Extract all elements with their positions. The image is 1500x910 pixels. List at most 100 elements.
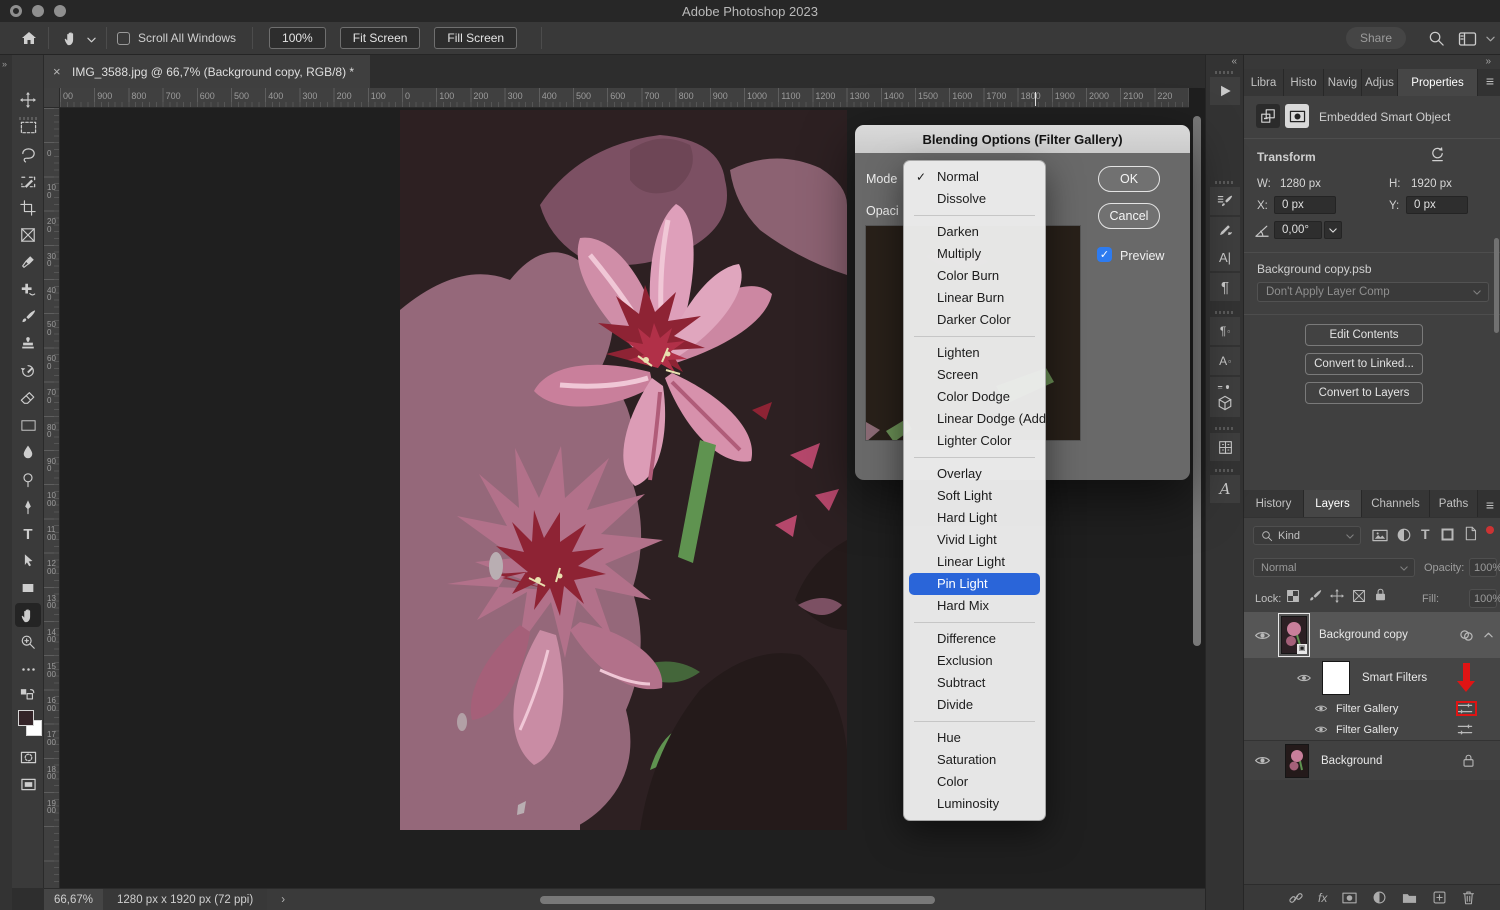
tab-histogram[interactable]: Histo (1284, 69, 1324, 96)
tab-libraries[interactable]: Libra (1244, 69, 1284, 96)
document-tab[interactable]: × IMG_3588.jpg @ 66,7% (Background copy,… (44, 55, 370, 88)
menu-item-dissolve[interactable]: Dissolve (904, 188, 1045, 210)
layer-comp-select[interactable]: Don't Apply Layer Comp (1257, 282, 1489, 302)
fill-select[interactable]: 100% (1469, 589, 1497, 608)
menu-item-color[interactable]: Color (904, 771, 1045, 793)
tab-properties[interactable]: Properties (1398, 69, 1478, 96)
status-chevron-icon[interactable]: › (281, 894, 285, 906)
clone-stamp-tool[interactable] (15, 332, 41, 356)
hand-tool-options-icon[interactable] (63, 30, 80, 47)
glyphs-panel-icon[interactable]: A (1210, 475, 1240, 503)
eraser-tool[interactable] (15, 386, 41, 410)
menu-item-screen[interactable]: Screen (904, 364, 1045, 386)
traffic-light-zoom[interactable] (54, 5, 66, 17)
layer-thumbnail[interactable]: ▣ (1281, 616, 1307, 654)
filter-adjustment-layers-icon[interactable] (1396, 527, 1412, 543)
menu-item-lighten[interactable]: Lighten (904, 342, 1045, 364)
character-styles-panel-icon[interactable]: A▫ (1210, 347, 1240, 375)
horizontal-ruler[interactable]: 0090080070060050040030020010001002003004… (60, 88, 1189, 108)
transform-reset-icon[interactable] (1429, 146, 1446, 163)
swap-colors-icon[interactable] (15, 682, 41, 706)
tab-channels[interactable]: Channels (1362, 490, 1430, 517)
properties-scrollbar[interactable] (1494, 238, 1499, 333)
edit-contents-button[interactable]: Edit Contents (1305, 324, 1423, 346)
layer-row-background-copy[interactable]: ▣ Background copy (1244, 612, 1500, 658)
brush-settings-panel-icon[interactable] (1210, 187, 1240, 215)
tab-close-icon[interactable]: × (53, 64, 61, 79)
menu-item-linear-light[interactable]: Linear Light (904, 551, 1045, 573)
traffic-light-close[interactable] (10, 5, 22, 17)
menu-item-darken[interactable]: Darken (904, 221, 1045, 243)
visibility-eye-icon[interactable] (1254, 755, 1271, 766)
lock-all-icon[interactable] (1374, 587, 1387, 602)
tab-adjustments[interactable]: Adjus (1362, 69, 1398, 96)
menu-item-divide[interactable]: Divide (904, 694, 1045, 716)
filter-type-layers-icon[interactable]: T (1421, 526, 1430, 542)
y-input[interactable]: 0 px (1406, 196, 1468, 214)
menu-item-color-dodge[interactable]: Color Dodge (904, 386, 1045, 408)
filter-mask-thumbnail[interactable] (1322, 661, 1350, 695)
new-group-icon[interactable] (1401, 891, 1418, 905)
angle-chevron-icon[interactable] (1324, 221, 1342, 239)
paragraph-styles-panel-icon[interactable]: ¶▫ (1210, 317, 1240, 345)
menu-item-difference[interactable]: Difference (904, 628, 1045, 650)
menu-item-vivid-light[interactable]: Vivid Light (904, 529, 1045, 551)
fit-screen-button[interactable]: Fit Screen (340, 27, 421, 49)
workspace-icon[interactable] (1458, 32, 1477, 46)
angle-input[interactable]: 0,00° (1274, 221, 1322, 239)
layer-row-background[interactable]: Background (1244, 740, 1500, 780)
3d-panel-icon[interactable] (1210, 389, 1240, 417)
search-icon[interactable] (1428, 30, 1445, 47)
filter-image-layers-icon[interactable] (1371, 528, 1389, 543)
filter-shape-layers-icon[interactable] (1440, 527, 1455, 542)
strip-collapse-icon[interactable]: « (1231, 56, 1237, 67)
character-panel-icon[interactable]: A| (1210, 243, 1240, 271)
visibility-eye-icon[interactable] (1314, 704, 1328, 713)
mask-properties-icon[interactable] (1285, 104, 1309, 128)
tab-paths[interactable]: Paths (1430, 490, 1478, 517)
menu-item-luminosity[interactable]: Luminosity (904, 793, 1045, 815)
lock-transparency-icon[interactable] (1286, 589, 1300, 603)
lock-position-icon[interactable] (1330, 589, 1344, 603)
ok-button[interactable]: OK (1098, 166, 1160, 192)
tab-layers[interactable]: Layers (1304, 490, 1362, 517)
screen-mode-icon[interactable] (15, 772, 41, 796)
opacity-select[interactable]: 100% (1469, 558, 1497, 577)
paragraph-panel-icon[interactable]: ¶ (1210, 273, 1240, 301)
filter-smart-objects-icon[interactable] (1463, 526, 1478, 541)
properties-menu-icon[interactable]: ≡ (1486, 73, 1494, 89)
marquee-tool[interactable] (15, 115, 41, 139)
crop-tool[interactable] (15, 196, 41, 220)
smart-filter-circles-icon[interactable] (1458, 629, 1475, 642)
layers-menu-icon[interactable]: ≡ (1486, 497, 1494, 513)
scroll-all-windows-checkbox[interactable] (117, 32, 130, 45)
menu-item-linear-burn[interactable]: Linear Burn (904, 287, 1045, 309)
filter-toggle-icon[interactable] (1486, 526, 1494, 534)
type-tool[interactable]: T (15, 522, 41, 546)
path-selection-tool[interactable] (15, 549, 41, 573)
foreground-color-swatch[interactable] (18, 710, 34, 726)
object-selection-tool[interactable] (15, 169, 41, 193)
menu-item-normal[interactable]: ✓Normal (904, 166, 1045, 188)
tab-history[interactable]: History (1244, 490, 1304, 517)
workspace-chevron-icon[interactable] (1486, 36, 1495, 42)
zoom-100-button[interactable]: 100% (269, 27, 326, 49)
status-zoom-level[interactable]: 66,67% (44, 889, 103, 910)
hand-tool[interactable] (15, 603, 41, 627)
history-brush-tool[interactable] (15, 359, 41, 383)
w-value[interactable]: 1280 px (1280, 178, 1321, 190)
shape-tool[interactable] (15, 576, 41, 600)
new-layer-icon[interactable] (1432, 890, 1447, 905)
menu-item-exclusion[interactable]: Exclusion (904, 650, 1045, 672)
cancel-button[interactable]: Cancel (1098, 203, 1160, 229)
menu-item-darker-color[interactable]: Darker Color (904, 309, 1045, 331)
menu-item-hard-mix[interactable]: Hard Mix (904, 595, 1045, 617)
layer-filter-select[interactable]: Kind (1253, 526, 1361, 545)
panels-collapse-bar[interactable]: » (1244, 55, 1500, 69)
edit-toolbar-icon[interactable] (15, 657, 41, 681)
add-mask-icon[interactable] (1341, 891, 1358, 905)
menu-item-subtract[interactable]: Subtract (904, 672, 1045, 694)
menu-item-overlay[interactable]: Overlay (904, 463, 1045, 485)
menu-item-saturation[interactable]: Saturation (904, 749, 1045, 771)
dodge-tool[interactable] (15, 468, 41, 492)
